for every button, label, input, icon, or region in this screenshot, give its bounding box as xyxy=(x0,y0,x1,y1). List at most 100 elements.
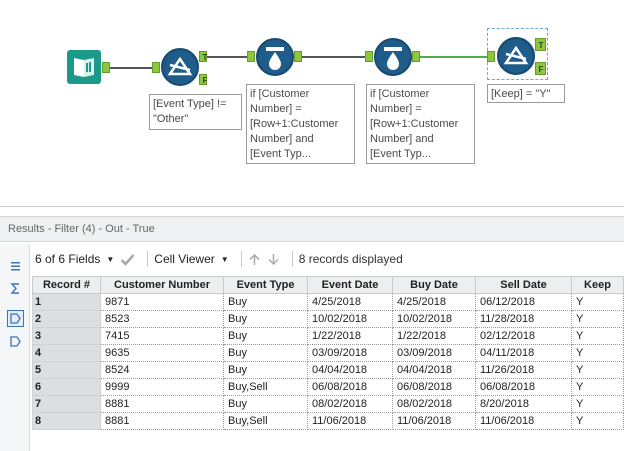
grid-cell[interactable]: 8881 xyxy=(100,412,224,430)
grid-cell[interactable]: 08/02/2018 xyxy=(307,395,393,413)
grid-cell[interactable]: Buy,Sell xyxy=(223,412,308,430)
grid-cell[interactable]: 02/12/2018 xyxy=(475,327,572,345)
grid-cell[interactable]: Buy,Sell xyxy=(223,378,308,396)
column-header[interactable]: Buy Date xyxy=(392,276,476,294)
grid-cell[interactable]: 11/06/2018 xyxy=(392,412,476,430)
column-header[interactable]: Event Date xyxy=(307,276,393,294)
grid-cell[interactable]: 04/11/2018 xyxy=(475,344,572,362)
table-row[interactable]: 2 8523 Buy 10/02/2018 10/02/2018 11/28/2… xyxy=(32,310,624,328)
fields-dropdown[interactable]: 6 of 6 Fields ▼ xyxy=(35,252,114,266)
grid-cell[interactable]: 8524 xyxy=(100,361,224,379)
grid-cell[interactable]: Y xyxy=(571,327,624,345)
connector-1[interactable] xyxy=(110,67,152,69)
metadata-button[interactable] xyxy=(7,280,24,297)
grid-cell[interactable]: 03/09/2018 xyxy=(392,344,476,362)
grid-cell[interactable]: 4/25/2018 xyxy=(307,293,393,311)
grid-cell[interactable]: Y xyxy=(571,412,624,430)
table-row[interactable]: 8 8881 Buy,Sell 11/06/2018 11/06/2018 11… xyxy=(32,412,624,430)
filter1-tool[interactable] xyxy=(161,48,199,86)
filter2-tool[interactable] xyxy=(497,37,535,75)
grid-cell[interactable]: 06/08/2018 xyxy=(392,378,476,396)
cell-viewer-dropdown[interactable]: Cell Viewer ▼ xyxy=(154,252,228,266)
filter2-input-anchor[interactable] xyxy=(487,51,495,62)
grid-cell[interactable]: 04/04/2018 xyxy=(307,361,393,379)
table-row[interactable]: 6 9999 Buy,Sell 06/08/2018 06/08/2018 06… xyxy=(32,378,624,396)
grid-cell[interactable]: 10/02/2018 xyxy=(392,310,476,328)
table-row[interactable]: 7 8881 Buy 08/02/2018 08/02/2018 8/20/20… xyxy=(32,395,624,413)
grid-cell[interactable]: Buy xyxy=(223,344,308,362)
filter1-false-anchor[interactable]: F xyxy=(199,74,207,85)
grid-cell[interactable]: Y xyxy=(571,361,624,379)
output-anchor-true-button[interactable] xyxy=(7,310,24,327)
grid-cell[interactable]: 9635 xyxy=(100,344,224,362)
column-header[interactable]: Customer Number xyxy=(100,276,224,294)
table-row[interactable]: 4 9635 Buy 03/09/2018 03/09/2018 04/11/2… xyxy=(32,344,624,362)
grid-cell[interactable]: Y xyxy=(571,344,624,362)
grid-cell[interactable]: Y xyxy=(571,378,624,396)
filter-icon xyxy=(503,45,529,65)
grid-cell[interactable]: 7415 xyxy=(100,327,224,345)
grid-cell[interactable]: Y xyxy=(571,293,624,311)
grid-cell[interactable]: 11/26/2018 xyxy=(475,361,572,379)
scroll-down-button[interactable] xyxy=(267,253,280,266)
connector-4[interactable] xyxy=(420,56,487,58)
scroll-up-button[interactable] xyxy=(248,253,261,266)
table-row[interactable]: 5 8524 Buy 04/04/2018 04/04/2018 11/26/2… xyxy=(32,361,624,379)
grid-cell[interactable]: 11/06/2018 xyxy=(475,412,572,430)
connector-2[interactable] xyxy=(207,56,247,58)
grid-cell[interactable]: Y xyxy=(571,310,624,328)
sigma-icon xyxy=(10,283,19,294)
connector-3[interactable] xyxy=(302,56,365,58)
filter2-false-anchor[interactable]: F xyxy=(535,62,546,75)
grid-cell[interactable]: 04/04/2018 xyxy=(392,361,476,379)
grid-cell[interactable]: 08/02/2018 xyxy=(392,395,476,413)
grid-cell[interactable]: 9871 xyxy=(100,293,224,311)
formula2-tool[interactable] xyxy=(374,38,412,76)
output-anchor-false-button[interactable] xyxy=(7,333,24,350)
grid-cell[interactable]: 06/12/2018 xyxy=(475,293,572,311)
anchor-tag-icon xyxy=(10,313,21,324)
grid-cell[interactable]: 1/22/2018 xyxy=(307,327,393,345)
workflow-canvas[interactable]: T F [Event Type] != "Other" if [Customer… xyxy=(0,0,624,207)
grid-header-row: Record # Customer Number Event Type Even… xyxy=(32,276,624,294)
grid-cell[interactable]: 8/20/2018 xyxy=(475,395,572,413)
results-grid[interactable]: Record # Customer Number Event Type Even… xyxy=(32,276,624,430)
chevron-down-icon: ▼ xyxy=(220,254,229,264)
grid-cell[interactable]: Buy xyxy=(223,327,308,345)
column-header[interactable]: Keep xyxy=(571,276,624,294)
grid-cell[interactable]: 03/09/2018 xyxy=(307,344,393,362)
grid-cell[interactable]: 9999 xyxy=(100,378,224,396)
filter1-true-anchor[interactable]: T xyxy=(199,51,207,62)
grid-cell[interactable]: 8881 xyxy=(100,395,224,413)
column-header[interactable]: Record # xyxy=(32,276,101,294)
grid-cell[interactable]: Buy xyxy=(223,361,308,379)
messages-button[interactable] xyxy=(7,258,24,275)
grid-cell[interactable]: 1/22/2018 xyxy=(392,327,476,345)
grid-cell[interactable]: 11/06/2018 xyxy=(307,412,393,430)
input-output-anchor[interactable] xyxy=(102,62,110,73)
formula1-tool[interactable] xyxy=(256,38,294,76)
grid-cell[interactable]: 4/25/2018 xyxy=(392,293,476,311)
multi-row-formula-icon xyxy=(384,47,402,70)
grid-cell[interactable]: Buy xyxy=(223,395,308,413)
formula1-input-anchor[interactable] xyxy=(247,51,255,62)
column-header[interactable]: Event Type xyxy=(223,276,308,294)
column-header[interactable]: Sell Date xyxy=(475,276,572,294)
grid-cell[interactable]: 8523 xyxy=(100,310,224,328)
formula1-output-anchor[interactable] xyxy=(294,51,302,62)
table-row[interactable]: 3 7415 Buy 1/22/2018 1/22/2018 02/12/201… xyxy=(32,327,624,345)
grid-cell[interactable]: Buy xyxy=(223,310,308,328)
input-data-tool[interactable] xyxy=(67,50,101,84)
grid-cell[interactable]: 06/08/2018 xyxy=(475,378,572,396)
grid-cell[interactable]: Buy xyxy=(223,293,308,311)
formula2-input-anchor[interactable] xyxy=(365,51,373,62)
grid-cell[interactable]: Y xyxy=(571,395,624,413)
filter2-true-anchor[interactable]: T xyxy=(535,38,546,51)
grid-cell[interactable]: 10/02/2018 xyxy=(307,310,393,328)
grid-cell[interactable]: 11/28/2018 xyxy=(475,310,572,328)
filter1-input-anchor[interactable] xyxy=(152,62,160,73)
apply-button[interactable] xyxy=(120,253,135,266)
formula2-output-anchor[interactable] xyxy=(412,51,420,62)
table-row[interactable]: 1 9871 Buy 4/25/2018 4/25/2018 06/12/201… xyxy=(32,293,624,311)
grid-cell[interactable]: 06/08/2018 xyxy=(307,378,393,396)
